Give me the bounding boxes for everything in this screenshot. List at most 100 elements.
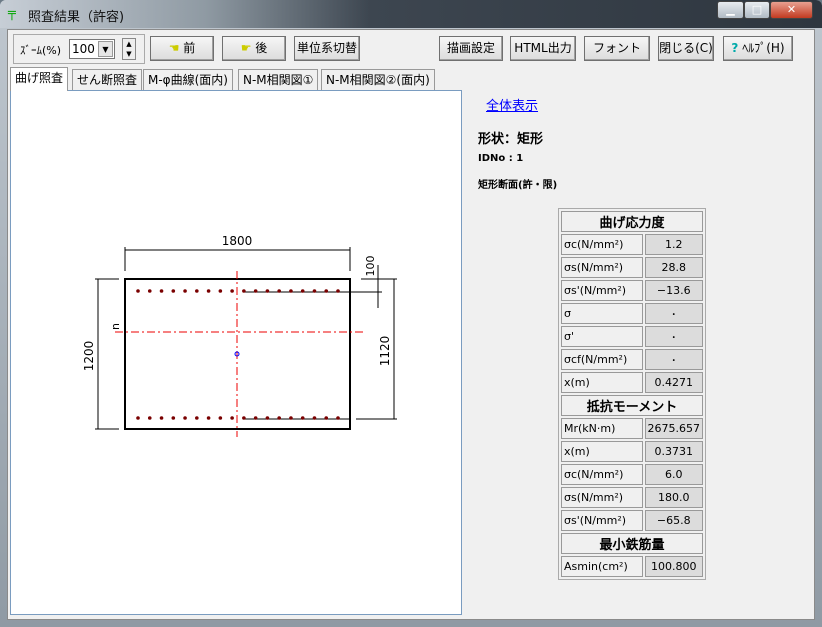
rebar [324, 416, 329, 420]
section-drawing: 1800 1200 1120 100 n [10, 90, 462, 615]
neutral-axis-label: n [109, 323, 122, 330]
table-row: σc(N/mm²) 6.0 [561, 464, 703, 485]
row-value: ･ [644, 326, 703, 347]
help-label: ﾍﾙﾌﾟ(H) [742, 41, 785, 55]
result-table: 曲げ応力度 σc(N/mm²) 1.2 σs(N/mm²) 28.8 σs'(N/mm²)… [558, 208, 706, 580]
client-area: ｽﾞｰﾑ(%) 100 ▼ ▲ ▼ ☚ 前 ☛ 後 単位系切替 描画設定 HTML… [7, 29, 815, 620]
rebar [147, 289, 152, 293]
rebar [242, 416, 246, 420]
table-header-row: 最小鉄筋量 [561, 533, 703, 554]
rebar [159, 416, 164, 420]
rebar [324, 289, 329, 293]
row-label: σ' [561, 326, 643, 347]
help-icon: ? [731, 41, 739, 55]
row-value: ･ [644, 303, 703, 324]
section-label: 矩形断面(許・限) [478, 180, 558, 191]
rebar [218, 416, 223, 420]
rebar [183, 289, 187, 293]
rebar [230, 289, 234, 293]
rebar [336, 416, 340, 420]
rebar [195, 416, 199, 420]
section-header: 最小鉄筋量 [561, 533, 703, 554]
section-header: 抵抗モーメント [561, 395, 703, 416]
row-value: 180.0 [644, 487, 703, 508]
rebar [136, 289, 140, 293]
table-row: x(m) 0.4271 [561, 372, 703, 393]
rebar [312, 416, 317, 420]
rebar [230, 416, 234, 420]
rebar [277, 289, 281, 293]
rebar [277, 416, 281, 420]
rebar [242, 289, 246, 293]
rebar [195, 289, 199, 293]
row-label: σs'(N/mm²) [561, 510, 643, 531]
row-value: 1.2 [644, 234, 703, 255]
rebar [136, 416, 140, 420]
font-button[interactable]: フォント [584, 36, 650, 61]
table-row: σs'(N/mm²) −13.6 [561, 280, 703, 301]
help-button[interactable]: ? ﾍﾙﾌﾟ(H) [723, 36, 793, 61]
row-label: σc(N/mm²) [561, 234, 643, 255]
rebar [265, 416, 270, 420]
row-label: σs(N/mm²) [561, 487, 643, 508]
row-label: x(m) [561, 372, 643, 393]
row-value: 100.800 [644, 556, 703, 577]
table-row: x(m) 0.3731 [561, 441, 703, 462]
rebar [312, 289, 317, 293]
show-all-link[interactable]: 全体表示 [486, 95, 538, 114]
table-header-row: 曲げ応力度 [561, 211, 703, 232]
row-value: −13.6 [644, 280, 703, 301]
row-value: −65.8 [644, 510, 703, 531]
id-label: IDNo : 1 [478, 153, 524, 164]
row-label: σ [561, 303, 643, 324]
shape-label: 形状：矩形 [478, 132, 544, 147]
rebar [253, 289, 258, 293]
row-value: 2675.657 [644, 418, 703, 439]
table-row: σ' ･ [561, 326, 703, 347]
rebar [253, 416, 258, 420]
html-output-button[interactable]: HTML出力 [510, 36, 576, 61]
close-button[interactable]: 閉じる(C) [658, 36, 714, 61]
rebar [206, 416, 211, 420]
rebar [289, 289, 293, 293]
rebar [159, 289, 164, 293]
row-label: σs'(N/mm²) [561, 280, 643, 301]
rebar [147, 416, 152, 420]
section-svg: 1800 1200 1120 100 n [82, 234, 397, 437]
row-value: 6.0 [644, 464, 703, 485]
row-value: 28.8 [644, 257, 703, 278]
table-row: σs(N/mm²) 180.0 [561, 487, 703, 508]
table-row: Asmin(cm²) 100.800 [561, 556, 703, 577]
rebar [300, 416, 305, 420]
row-label: σc(N/mm²) [561, 464, 643, 485]
rebar [336, 289, 340, 293]
maximize-button[interactable]: □ [744, 1, 770, 19]
minimize-button[interactable]: ▁ [717, 1, 744, 19]
depth-dim: 1120 [378, 336, 392, 367]
table-header-row: 抵抗モーメント [561, 395, 703, 416]
window: ╤ 照査結果（許容) ▁ □ ✕ ｽﾞｰﾑ(%) 100 ▼ ▲ ▼ ☚ 前 ☛ … [0, 0, 822, 627]
row-label: Asmin(cm²) [561, 556, 643, 577]
row-label: σs(N/mm²) [561, 257, 643, 278]
row-value: 0.4271 [644, 372, 703, 393]
rebar [300, 289, 305, 293]
row-label: Mr(kN·m) [561, 418, 643, 439]
close-window-button[interactable]: ✕ [770, 1, 813, 19]
table-row: σs'(N/mm²) −65.8 [561, 510, 703, 531]
section-header: 曲げ応力度 [561, 211, 703, 232]
table-row: σc(N/mm²) 1.2 [561, 234, 703, 255]
tab-bending[interactable]: 曲げ照査 [10, 67, 69, 91]
rebar [171, 416, 176, 420]
row-value: ･ [644, 349, 703, 370]
rebar [206, 289, 211, 293]
row-value: 0.3731 [644, 441, 703, 462]
height-dim: 1200 [82, 341, 96, 372]
table-row: Mr(kN·m) 2675.657 [561, 418, 703, 439]
rebar [218, 289, 223, 293]
width-dim: 1800 [222, 234, 253, 248]
table-row: σcf(N/mm²) ･ [561, 349, 703, 370]
rebar [171, 289, 176, 293]
rebar [183, 416, 187, 420]
table-row: σs(N/mm²) 28.8 [561, 257, 703, 278]
table-row: σ ･ [561, 303, 703, 324]
